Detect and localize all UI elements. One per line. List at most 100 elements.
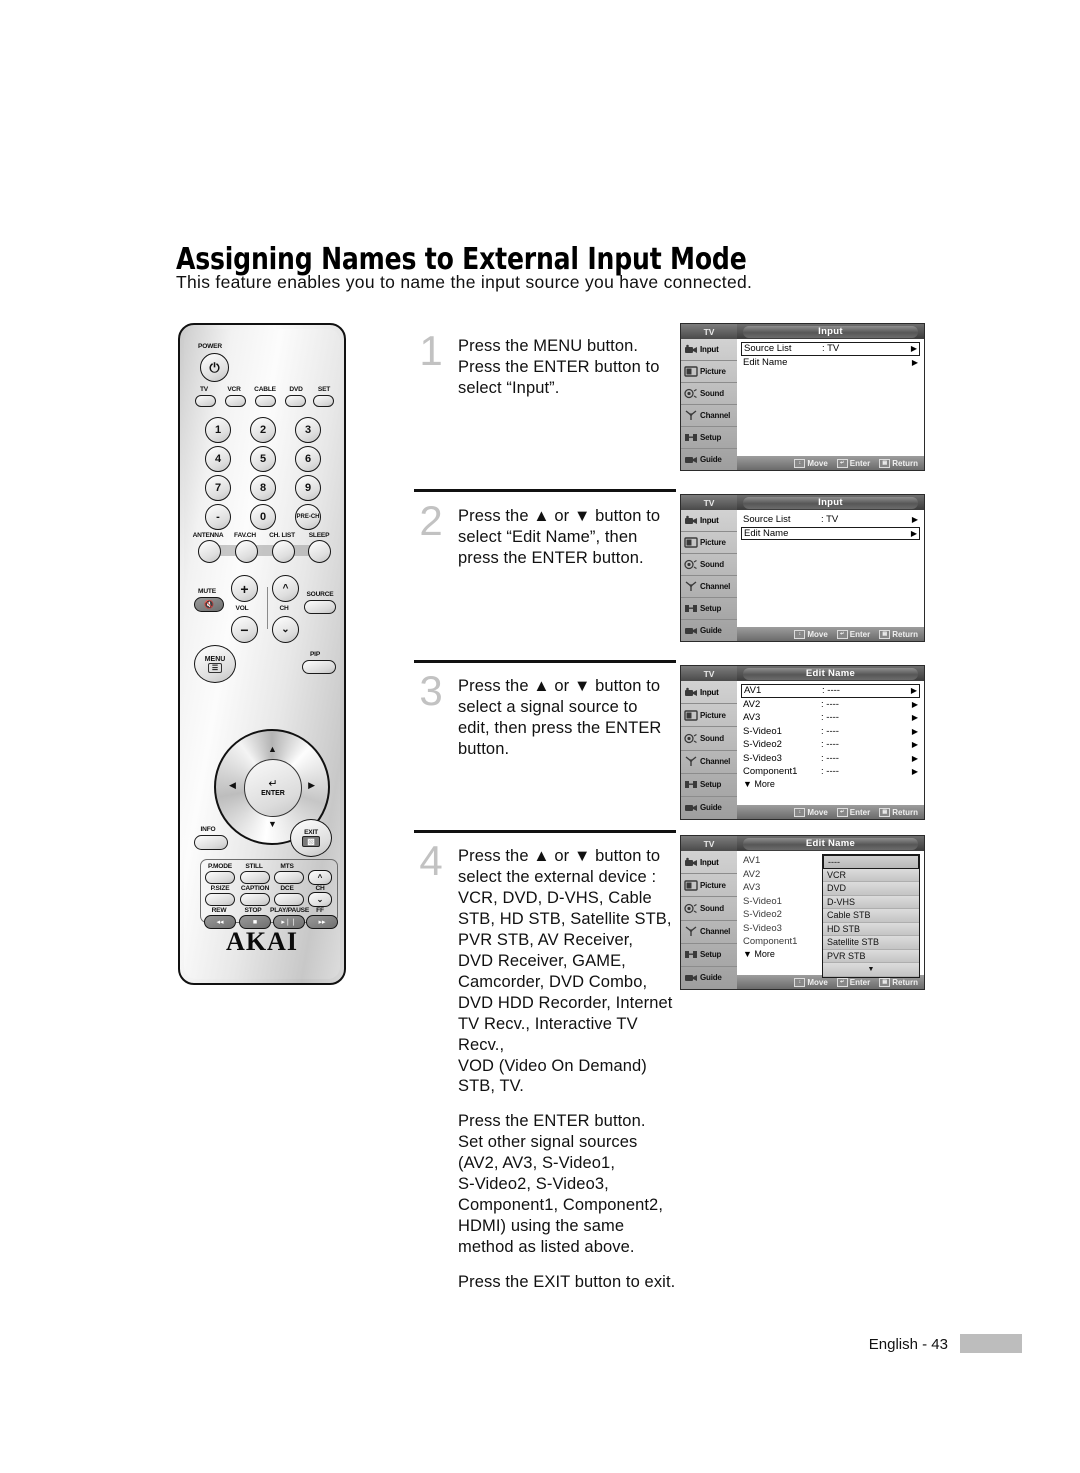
osd-3-row-svideo1[interactable]: S-Video1 : ---- ▶ bbox=[741, 725, 920, 739]
osd-1-content: Source List : TV ▶ Edit Name ▶ ↕ Move ↵ En… bbox=[737, 339, 924, 470]
sidebar-item-setup-2[interactable]: Setup bbox=[681, 598, 737, 620]
sidebar-item-setup[interactable]: Setup bbox=[681, 427, 737, 449]
step-2: 2 Press the ▲ or ▼ button to select “Edi… bbox=[414, 500, 686, 569]
sidebar-item-picture-4[interactable]: Picture bbox=[681, 874, 737, 898]
osd-1-main: Input Picture Sound Channel Setup Guide … bbox=[681, 339, 924, 470]
dropdown-scroll-down-icon[interactable]: ▼ bbox=[823, 963, 919, 977]
sidebar-item-sound-2[interactable]: Sound bbox=[681, 554, 737, 576]
camcorder-icon bbox=[683, 856, 698, 869]
setup-icon bbox=[683, 948, 698, 961]
osd-3-title-wrap: Edit Name bbox=[737, 666, 924, 681]
dropdown-item-satellite-stb[interactable]: Satellite STB bbox=[823, 936, 919, 950]
osd-1-title-wrap: Input bbox=[737, 324, 924, 339]
sidebar-item-guide-4[interactable]: Guide bbox=[681, 967, 737, 989]
osd-3-row-6-value: : ---- bbox=[821, 766, 839, 778]
osd-panel-1: TV Input Input Picture Sound Channel Set… bbox=[680, 323, 925, 471]
sidebar-item-picture-3[interactable]: Picture bbox=[681, 704, 737, 728]
device-dropdown[interactable]: ---- VCR DVD D-VHS Cable STB HD STB Sate… bbox=[822, 854, 920, 978]
source-label: SOURCE bbox=[306, 591, 334, 598]
osd-panel-3: TV Edit Name Input Picture Sound Channel… bbox=[680, 665, 925, 820]
guide-icon bbox=[683, 453, 698, 466]
sidebar-item-guide-3[interactable]: Guide bbox=[681, 797, 737, 819]
sidebar-label-setup-4: Setup bbox=[700, 950, 722, 960]
osd-3-row-av3[interactable]: AV3 : ---- ▶ bbox=[741, 711, 920, 725]
osd-2-row-source-list[interactable]: Source List : TV ▶ bbox=[741, 513, 920, 527]
dpad-down-icon: ▼ bbox=[268, 819, 277, 829]
sidebar-item-channel-2[interactable]: Channel bbox=[681, 576, 737, 598]
osd-3-row-av1[interactable]: AV1 : ---- ▶ bbox=[741, 684, 920, 698]
sidebar-label-sound-4: Sound bbox=[700, 903, 724, 913]
device-label-tv: TV bbox=[199, 386, 209, 393]
sidebar-label-picture-2: Picture bbox=[700, 538, 726, 547]
osd-3-more-indicator[interactable]: ▼ More bbox=[741, 779, 920, 789]
osd-3-row-svideo2[interactable]: S-Video2 : ---- ▶ bbox=[741, 738, 920, 752]
dropdown-item-hd-stb[interactable]: HD STB bbox=[823, 922, 919, 936]
sidebar-item-setup-3[interactable]: Setup bbox=[681, 774, 737, 797]
picture-icon bbox=[683, 536, 698, 549]
caption-button bbox=[240, 893, 270, 906]
osd-3-row-av2[interactable]: AV2 : ---- ▶ bbox=[741, 698, 920, 712]
sidebar-item-input-2[interactable]: Input bbox=[681, 510, 737, 532]
step-1-text: Press the MENU button. Press the ENTER b… bbox=[458, 336, 686, 399]
step-3-text: Press the ▲ or ▼ button to select a sign… bbox=[458, 676, 686, 760]
sidebar-item-sound-4[interactable]: Sound bbox=[681, 897, 737, 921]
sidebar-item-channel[interactable]: Channel bbox=[681, 405, 737, 427]
osd-3-row-1-name: AV2 bbox=[743, 698, 761, 710]
hint-move-label-1: Move bbox=[807, 458, 828, 468]
sidebar-item-picture[interactable]: Picture bbox=[681, 361, 737, 383]
osd-3-row-5-name: S-Video3 bbox=[743, 752, 782, 764]
step-1-number: 1 bbox=[419, 327, 443, 374]
osd-3-row-component1[interactable]: Component1 : ---- ▶ bbox=[741, 765, 920, 779]
sidebar-item-guide-2[interactable]: Guide bbox=[681, 620, 737, 641]
hint-move-label-4: Move bbox=[807, 977, 828, 987]
hint-move-label-2: Move bbox=[807, 629, 828, 639]
return-icon: ▤ bbox=[879, 977, 891, 987]
enter-hint-icon: ↵ bbox=[836, 458, 848, 468]
sidebar-item-input-4[interactable]: Input bbox=[681, 851, 737, 875]
enter-icon: ↵ bbox=[268, 778, 278, 790]
sidebar-item-input-3[interactable]: Input bbox=[681, 681, 737, 705]
hint-enter-4: ↵ Enter bbox=[836, 977, 870, 987]
sidebar-item-guide[interactable]: Guide bbox=[681, 449, 737, 470]
dropdown-item-none[interactable]: ---- bbox=[823, 855, 919, 869]
ff-label: FF bbox=[316, 907, 324, 914]
device-label-dvd: DVD bbox=[289, 386, 303, 393]
dropdown-item-pvr-stb[interactable]: PVR STB bbox=[823, 949, 919, 963]
dropdown-item-cable-stb[interactable]: Cable STB bbox=[823, 909, 919, 923]
sidebar-label-setup-3: Setup bbox=[700, 780, 722, 790]
dropdown-item-vcr[interactable]: VCR bbox=[823, 868, 919, 882]
osd-1-row-edit-name[interactable]: Edit Name ▶ bbox=[741, 356, 920, 370]
sidebar-item-input[interactable]: Input bbox=[681, 339, 737, 361]
step-3-number: 3 bbox=[419, 667, 443, 714]
dropdown-item-dvd[interactable]: DVD bbox=[823, 882, 919, 896]
keypad-3: 3 bbox=[295, 417, 321, 443]
osd-2-row-edit-name[interactable]: Edit Name ▶ bbox=[741, 526, 920, 540]
osd-3-row-2-arrow: ▶ bbox=[911, 713, 918, 723]
sidebar-item-setup-4[interactable]: Setup bbox=[681, 944, 737, 967]
osd-3-sidebar: Input Picture Sound Channel Setup Guide bbox=[681, 681, 737, 819]
keypad-dash: - bbox=[205, 504, 231, 530]
dropdown-item-dvhs[interactable]: D-VHS bbox=[823, 895, 919, 909]
keypad-prech: PRE-CH bbox=[295, 504, 321, 530]
vol-label: VOL bbox=[235, 605, 249, 612]
sidebar-label-setup: Setup bbox=[700, 433, 722, 442]
ch-down-button: ⌄ bbox=[272, 616, 299, 643]
sidebar-item-sound-3[interactable]: Sound bbox=[681, 727, 737, 751]
power-label: POWER bbox=[198, 343, 222, 350]
sidebar-item-channel-4[interactable]: Channel bbox=[681, 921, 737, 944]
osd-3-row-5-value: : ---- bbox=[821, 752, 839, 764]
return-icon: ▤ bbox=[879, 807, 891, 817]
sidebar-item-channel-3[interactable]: Channel bbox=[681, 751, 737, 774]
hint-enter-1: ↵ Enter bbox=[836, 458, 870, 468]
picture-icon bbox=[683, 365, 698, 378]
osd-1-row-source-list[interactable]: Source List : TV ▶ bbox=[741, 342, 920, 356]
playpause-label: PLAY/PAUSE bbox=[270, 907, 310, 914]
sidebar-item-sound[interactable]: Sound bbox=[681, 383, 737, 405]
hint-return-1: ▤ Return bbox=[879, 458, 918, 468]
sidebar-item-picture-2[interactable]: Picture bbox=[681, 532, 737, 554]
speaker-icon bbox=[683, 902, 698, 915]
osd-3-row-svideo3[interactable]: S-Video3 : ---- ▶ bbox=[741, 752, 920, 766]
akai-logo: AKAI bbox=[226, 927, 298, 956]
hint-enter-2: ↵ Enter bbox=[836, 629, 870, 639]
footer-tab-mark bbox=[960, 1334, 1022, 1353]
